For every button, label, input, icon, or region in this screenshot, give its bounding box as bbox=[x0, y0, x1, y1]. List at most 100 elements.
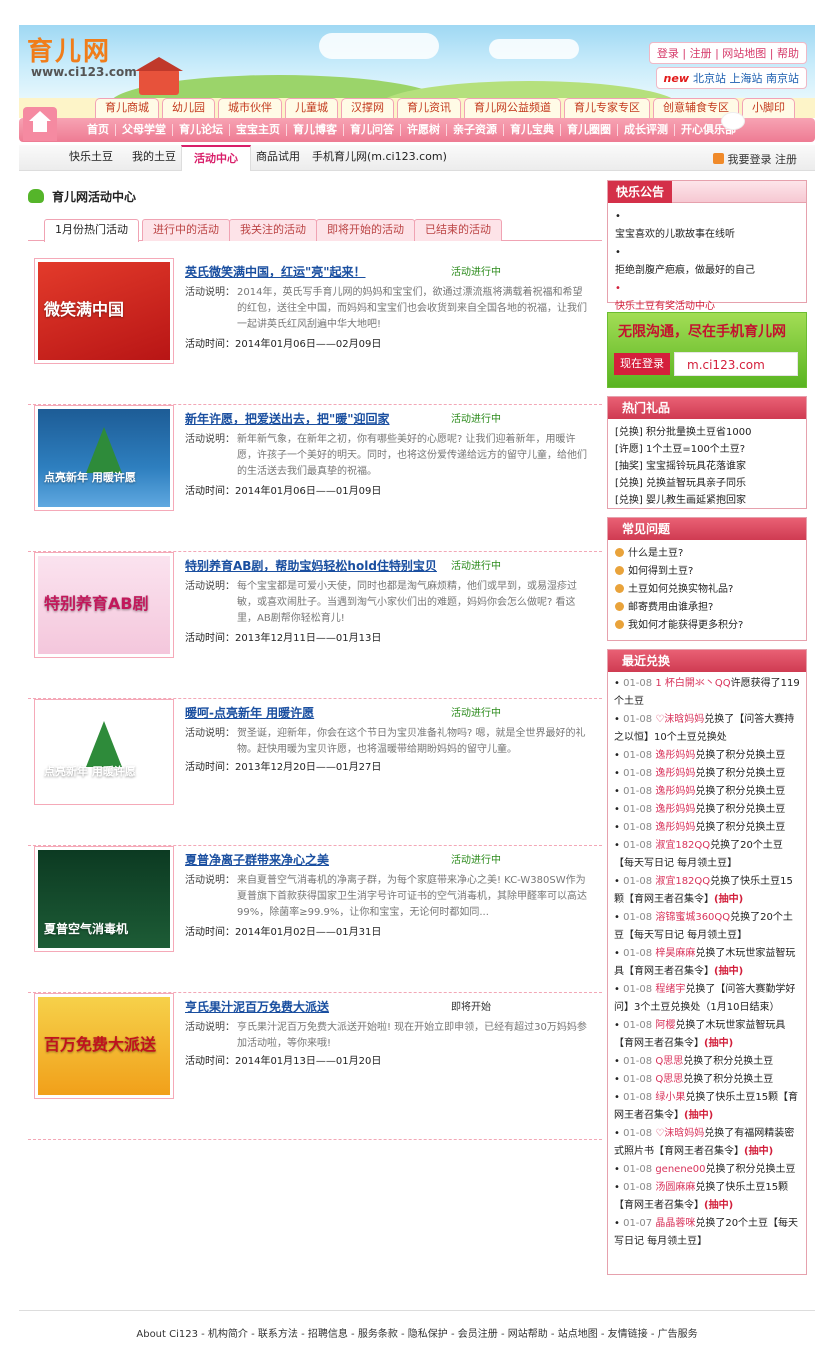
faq-item[interactable]: 土豆如何兑换实物礼品? bbox=[615, 581, 799, 599]
channel-tab[interactable]: 汉撑网 bbox=[341, 98, 394, 118]
exchange-user[interactable]: genene00 bbox=[655, 1164, 705, 1175]
gift-item[interactable]: [兑换] 积分批量换土豆省1000 bbox=[615, 424, 799, 441]
login-link[interactable]: 我要登录 注册 bbox=[712, 151, 797, 167]
notice-item[interactable]: 拒绝剖腹产疤痕，做最好的自己 bbox=[615, 262, 799, 280]
mobile-site-ad[interactable]: 无限沟通，尽在手机育儿网 现在登录 m.ci123.com bbox=[607, 312, 807, 388]
activity-thumbnail[interactable]: 百万免费大派送 bbox=[34, 993, 174, 1099]
exchange-user[interactable]: 逸彤妈妈 bbox=[655, 822, 695, 833]
exchange-item: • 01-08 ♡沫晗妈妈兑换了有福网精装密式照片书【育网王者召集令】(抽中) bbox=[614, 1128, 795, 1157]
mobile-url[interactable]: m.ci123.com bbox=[674, 352, 798, 376]
exchange-user[interactable]: 程绪宇 bbox=[655, 984, 685, 995]
main-nav-link[interactable]: 成长评测 bbox=[618, 124, 675, 136]
faq-item[interactable]: 邮寄费用由谁承担? bbox=[615, 599, 799, 617]
exchange-user[interactable]: Q思思 bbox=[655, 1056, 683, 1067]
main-nav-link[interactable]: 宝宝主页 bbox=[230, 124, 287, 136]
activity-title[interactable]: 夏普净离子群带来净心之美 bbox=[185, 851, 329, 868]
faq-item[interactable]: 我如何才能获得更多积分? bbox=[615, 617, 799, 635]
channel-tab[interactable]: 小脚印 bbox=[742, 98, 795, 118]
notice-row[interactable]: • 快乐土豆有奖活动中心 bbox=[615, 280, 799, 316]
gift-item[interactable]: [抽奖] 宝宝摇铃玩具花落谁家 bbox=[615, 458, 799, 475]
channel-tab[interactable]: 城市伙伴 bbox=[218, 98, 282, 118]
main-nav-link[interactable]: 育儿圈圈 bbox=[561, 124, 618, 136]
exchange-user[interactable]: 绿小果 bbox=[655, 1092, 685, 1103]
tab-upcoming[interactable]: 即将开始的活动 bbox=[316, 219, 415, 241]
subnav-happy-potato[interactable]: 快乐土豆 bbox=[69, 145, 113, 171]
exchange-user[interactable]: 阿樱 bbox=[655, 1020, 675, 1031]
gift-item[interactable]: [兑换] 兑换益智玩具亲子同乐 bbox=[615, 475, 799, 492]
channel-tab[interactable]: 育儿资讯 bbox=[397, 98, 461, 118]
exchange-user[interactable]: 梓昊麻麻 bbox=[655, 948, 695, 959]
activity-thumbnail[interactable]: 微笑满中国 bbox=[34, 258, 174, 364]
activity-title[interactable]: 英氏微笑满中国，红运"亮"起来！ bbox=[185, 263, 366, 280]
top-links[interactable]: 登录 | 注册 | 网站地图 | 帮助 bbox=[648, 42, 807, 64]
channel-tab[interactable]: 育儿专家专区 bbox=[564, 98, 650, 118]
description-text: 贺圣诞，迎新年，你会在这个节日为宝贝准备礼物吗? 嗯，就是全世界最好的礼物。赶快… bbox=[237, 728, 586, 755]
footer-links[interactable]: About Ci123 - 机构简介 - 联系方法 - 招聘信息 - 服务条款 … bbox=[19, 1310, 815, 1340]
main-nav-link[interactable]: 许愿树 bbox=[401, 124, 447, 136]
draw-badge: (抽中) bbox=[744, 1146, 774, 1157]
main-nav-link[interactable]: 育儿论坛 bbox=[173, 124, 230, 136]
exchange-user[interactable]: 晶晶蓉咪 bbox=[655, 1218, 695, 1229]
activity-thumbnail[interactable]: 特别养育AB剧 bbox=[34, 552, 174, 658]
exchange-user[interactable]: 逸彤妈妈 bbox=[655, 786, 695, 797]
exchange-user[interactable]: 淑宜182QQ bbox=[655, 876, 710, 887]
exchange-user[interactable]: ♡沫晗妈妈 bbox=[655, 1128, 704, 1139]
subnav-my-potato[interactable]: 我的土豆 bbox=[132, 145, 176, 171]
main-nav-link[interactable]: 亲子资源 bbox=[447, 124, 504, 136]
exchange-user[interactable]: 逸彤妈妈 bbox=[655, 750, 695, 761]
subnav-mobile-site[interactable]: 手机育儿网(m.ci123.com) bbox=[312, 145, 447, 171]
faq-text[interactable]: 邮寄费用由谁承担? bbox=[628, 602, 713, 613]
faq-text[interactable]: 我如何才能获得更多积分? bbox=[628, 620, 743, 631]
draw-badge: (抽中) bbox=[704, 1038, 734, 1049]
activity-thumbnail[interactable]: 夏普空气消毒机 bbox=[34, 846, 174, 952]
exchange-user[interactable]: 淑宜182QQ bbox=[655, 840, 710, 851]
site-logo[interactable]: 育儿网 bbox=[27, 31, 111, 68]
city-list[interactable]: 北京站 上海站 南京站 bbox=[693, 72, 799, 85]
subnav-product-trial[interactable]: 商品试用 bbox=[256, 145, 300, 171]
exchange-user[interactable]: 汤圆麻麻 bbox=[655, 1182, 695, 1193]
exchange-user[interactable]: 逸彤妈妈 bbox=[655, 768, 695, 779]
tab-ongoing[interactable]: 进行中的活动 bbox=[142, 219, 230, 241]
tab-following[interactable]: 我关注的活动 bbox=[229, 219, 317, 241]
channel-tab[interactable]: 儿童城 bbox=[285, 98, 338, 118]
description-label: 活动说明： bbox=[185, 728, 235, 739]
channel-tab[interactable]: 幼儿园 bbox=[162, 98, 215, 118]
main-nav-link[interactable]: 育儿问答 bbox=[344, 124, 401, 136]
activity-thumbnail[interactable]: 点亮新年 用暖许愿 bbox=[34, 699, 174, 805]
exchange-user[interactable]: Q思思 bbox=[655, 1074, 683, 1085]
notice-row[interactable]: • 宝宝喜欢的儿歌故事在线听 bbox=[615, 208, 799, 244]
channel-tab[interactable]: 育儿网公益频道 bbox=[464, 98, 561, 118]
activity-title[interactable]: 新年许愿，把爱送出去，把"暖"迎回家 bbox=[185, 410, 390, 427]
main-nav-link[interactable]: 父母学堂 bbox=[116, 124, 173, 136]
exchange-user[interactable]: ♡沫晗妈妈 bbox=[655, 714, 704, 725]
exchange-user[interactable]: 逸彤妈妈 bbox=[655, 804, 695, 815]
faq-text[interactable]: 什么是土豆? bbox=[628, 548, 683, 559]
gift-item[interactable]: [许愿] 1个土豆=100个土豆? bbox=[615, 441, 799, 458]
gift-item[interactable]: [兑换] 婴儿教生画延紧抱回家 bbox=[615, 492, 799, 509]
main-nav-link[interactable]: 首页 bbox=[81, 124, 116, 136]
exchange-user[interactable]: 1 杯白開氺丶QQ bbox=[655, 678, 730, 689]
notice-item[interactable]: 宝宝喜欢的儿歌故事在线听 bbox=[615, 226, 799, 244]
faq-text[interactable]: 土豆如何兑换实物礼品? bbox=[628, 584, 733, 595]
subnav-activity-center[interactable]: 活动中心 bbox=[181, 145, 251, 171]
activity-title[interactable]: 特别养育AB剧，帮助宝妈轻松hold住特别宝贝 bbox=[185, 557, 437, 574]
activity-thumbnail[interactable]: 点亮新年 用暖许愿 bbox=[34, 405, 174, 511]
faq-item[interactable]: 什么是土豆? bbox=[615, 545, 799, 563]
activity-title[interactable]: 暖呵-点亮新年 用暖许愿 bbox=[185, 704, 314, 721]
faq-text[interactable]: 如何得到土豆? bbox=[628, 566, 693, 577]
activity-item: 点亮新年 用暖许愿 新年许愿，把爱送出去，把"暖"迎回家 活动进行中 活动说明： 新年新… bbox=[28, 405, 602, 552]
tab-ended[interactable]: 已结束的活动 bbox=[414, 219, 502, 241]
main-nav-link[interactable]: 育儿博客 bbox=[287, 124, 344, 136]
main-nav-link[interactable]: 育儿宝典 bbox=[504, 124, 561, 136]
exchange-user[interactable]: 溶锦蜜城360QQ bbox=[655, 912, 730, 923]
home-icon[interactable] bbox=[23, 107, 57, 141]
tab-january-hot[interactable]: 1月份热门活动 bbox=[44, 219, 139, 242]
activity-title[interactable]: 亨氏果汁泥百万免费大派送 bbox=[185, 998, 329, 1015]
exchange-item: • 01-08 genene00兑换了积分兑换土豆 bbox=[614, 1164, 796, 1175]
notice-row[interactable]: • 拒绝剖腹产疤痕，做最好的自己 bbox=[615, 244, 799, 280]
city-links[interactable]: new 北京站 上海站 南京站 bbox=[655, 67, 807, 89]
channel-tab[interactable]: 育儿商城 bbox=[95, 98, 159, 118]
faq-item[interactable]: 如何得到土豆? bbox=[615, 563, 799, 581]
mobile-login-button[interactable]: 现在登录 bbox=[614, 353, 670, 375]
new-tag: new bbox=[663, 72, 689, 85]
